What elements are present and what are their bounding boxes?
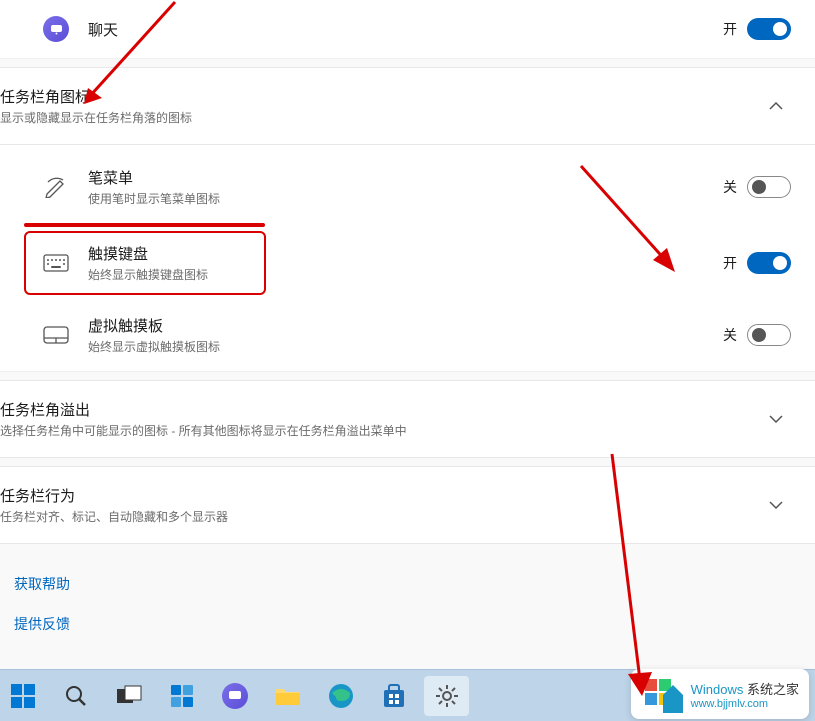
virtual-touchpad-toggle-label: 关 bbox=[723, 325, 737, 345]
keyboard-icon bbox=[40, 254, 72, 272]
watermark-url: www.bjjmlv.com bbox=[691, 698, 799, 710]
chat-icon bbox=[40, 16, 72, 42]
chevron-down-icon bbox=[761, 496, 791, 514]
start-button[interactable] bbox=[0, 676, 45, 716]
settings-button[interactable] bbox=[424, 676, 469, 716]
section-corner-icons[interactable]: 任务栏角图标 显示或隐藏显示在任务栏角落的图标 bbox=[0, 67, 815, 145]
pen-icon bbox=[40, 176, 72, 198]
chat-toggle-label: 开 bbox=[723, 19, 737, 39]
section-corner-icons-subtitle: 显示或隐藏显示在任务栏角落的图标 bbox=[0, 109, 761, 126]
chat-title: 聊天 bbox=[88, 19, 723, 40]
chevron-down-icon bbox=[761, 410, 791, 428]
pen-menu-subtitle: 使用笔时显示笔菜单图标 bbox=[88, 190, 723, 207]
task-view-button[interactable] bbox=[106, 676, 151, 716]
edge-button[interactable] bbox=[318, 676, 363, 716]
get-help-link[interactable]: 获取帮助 bbox=[14, 564, 815, 604]
setting-row-chat: 聊天 开 bbox=[0, 0, 815, 59]
watermark: Windows 系统之家 www.bjjmlv.com bbox=[631, 669, 809, 719]
touch-keyboard-title: 触摸键盘 bbox=[88, 243, 723, 264]
pen-menu-toggle-label: 关 bbox=[723, 177, 737, 197]
section-corner-icons-title: 任务栏角图标 bbox=[0, 86, 761, 107]
section-overflow-subtitle: 选择任务栏角中可能显示的图标 - 所有其他图标将显示在任务栏角溢出菜单中 bbox=[0, 422, 761, 439]
virtual-touchpad-subtitle: 始终显示虚拟触摸板图标 bbox=[88, 338, 723, 355]
touch-keyboard-toggle[interactable] bbox=[747, 252, 791, 274]
setting-row-virtual-touchpad: 虚拟触摸板 始终显示虚拟触摸板图标 关 bbox=[0, 299, 815, 372]
section-behavior-title: 任务栏行为 bbox=[0, 485, 761, 506]
touch-keyboard-subtitle: 始终显示触摸键盘图标 bbox=[88, 266, 723, 283]
setting-row-touch-keyboard: 触摸键盘 始终显示触摸键盘图标 开 bbox=[0, 227, 815, 299]
virtual-touchpad-title: 虚拟触摸板 bbox=[88, 315, 723, 336]
section-behavior-subtitle: 任务栏对齐、标记、自动隐藏和多个显示器 bbox=[0, 508, 761, 525]
pen-menu-title: 笔菜单 bbox=[88, 167, 723, 188]
search-button[interactable] bbox=[53, 676, 98, 716]
chevron-up-icon bbox=[761, 97, 791, 115]
watermark-logo-icon bbox=[641, 675, 683, 713]
touch-keyboard-toggle-label: 开 bbox=[723, 253, 737, 273]
virtual-touchpad-toggle[interactable] bbox=[747, 324, 791, 346]
chat-taskbar-button[interactable] bbox=[212, 676, 257, 716]
widgets-button[interactable] bbox=[159, 676, 204, 716]
section-behavior[interactable]: 任务栏行为 任务栏对齐、标记、自动隐藏和多个显示器 bbox=[0, 466, 815, 544]
setting-row-pen-menu: 笔菜单 使用笔时显示笔菜单图标 关 bbox=[0, 151, 815, 223]
pen-menu-toggle[interactable] bbox=[747, 176, 791, 198]
section-overflow-title: 任务栏角溢出 bbox=[0, 399, 761, 420]
section-overflow[interactable]: 任务栏角溢出 选择任务栏角中可能显示的图标 - 所有其他图标将显示在任务栏角溢出… bbox=[0, 380, 815, 458]
feedback-link[interactable]: 提供反馈 bbox=[14, 604, 815, 644]
chat-toggle[interactable] bbox=[747, 18, 791, 40]
touchpad-icon bbox=[40, 326, 72, 344]
file-explorer-button[interactable] bbox=[265, 676, 310, 716]
store-button[interactable] bbox=[371, 676, 416, 716]
watermark-brand: Windows 系统之家 bbox=[691, 679, 799, 698]
